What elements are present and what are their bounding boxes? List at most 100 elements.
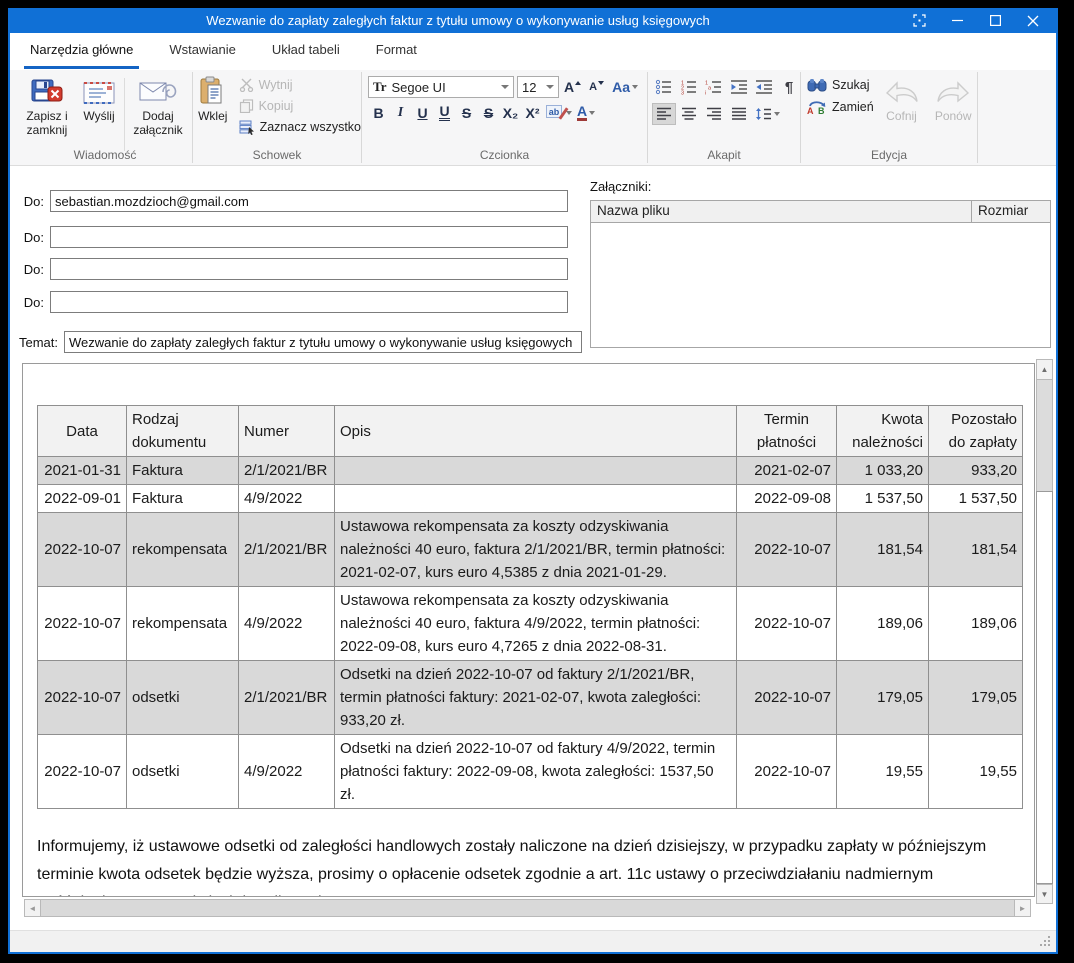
table-cell[interactable]: Faktura [127,485,239,513]
subject-input[interactable] [64,331,582,353]
scroll-up-button[interactable]: ▲ [1036,359,1053,380]
bold-button[interactable]: B [368,103,389,123]
pilcrow-button[interactable]: ¶ [777,76,801,98]
column-header[interactable]: Numer [239,406,335,457]
table-cell[interactable]: 2/1/2021/BR [239,457,335,485]
maximize-button[interactable] [976,8,1014,33]
increase-indent-button[interactable] [752,76,776,98]
attachments-list[interactable]: Nazwa pliku Rozmiar [590,200,1051,348]
double-underline-button[interactable]: U [434,103,455,123]
table-cell[interactable]: rekompensata [127,587,239,661]
table-cell[interactable]: 181,54 [929,513,1023,587]
underline-button[interactable]: U [412,103,433,123]
table-cell[interactable]: Ustawowa rekompensata za koszty odzyskiw… [335,513,737,587]
snap-layout-icon[interactable] [900,8,938,33]
table-cell[interactable]: Ustawowa rekompensata za koszty odzyskiw… [335,587,737,661]
table-cell[interactable]: 4/9/2022 [239,735,335,809]
scrollbar-track[interactable] [1036,380,1053,491]
align-left-button[interactable] [652,103,676,125]
scroll-left-button[interactable]: ◄ [24,899,41,917]
table-cell[interactable]: 2021-01-31 [38,457,127,485]
email-body-editor[interactable]: DataRodzaj dokumentuNumerOpisTermin płat… [22,363,1035,897]
superscript-button[interactable]: X² [522,103,543,123]
table-cell[interactable]: odsetki [127,661,239,735]
column-header[interactable]: Termin płatności [737,406,837,457]
table-cell[interactable]: rekompensata [127,513,239,587]
highlight-button[interactable]: ab [544,103,574,123]
shrink-font-button[interactable]: A [586,77,607,97]
resize-grip[interactable] [1039,936,1050,947]
tab-narzedzia-glowne[interactable]: Narzędzia główne [24,33,139,69]
column-header[interactable]: Kwota należności [837,406,929,457]
grow-font-button[interactable]: A [562,77,583,97]
scrollbar-thumb[interactable] [1036,491,1053,884]
bullet-list-button[interactable] [652,76,676,98]
table-cell[interactable]: Odsetki na dzień 2022-10-07 od faktury 2… [335,661,737,735]
table-cell[interactable]: Faktura [127,457,239,485]
table-cell[interactable]: 1 033,20 [837,457,929,485]
table-cell[interactable]: 189,06 [929,587,1023,661]
table-cell[interactable]: 2022-10-07 [38,587,127,661]
table-cell[interactable]: 2/1/2021/BR [239,513,335,587]
line-spacing-button[interactable] [752,103,782,125]
table-cell[interactable]: 2022-10-07 [737,513,837,587]
change-case-button[interactable]: Aa [610,77,640,97]
close-button[interactable] [1014,8,1052,33]
justify-button[interactable] [727,103,751,125]
column-header[interactable]: Pozostało do zapłaty [929,406,1023,457]
find-button[interactable]: Szukaj [807,78,874,92]
table-cell[interactable]: 2022-10-07 [38,513,127,587]
tab-format[interactable]: Format [370,33,423,69]
double-strikethrough-button[interactable]: S [478,103,499,123]
horizontal-scrollbar-track[interactable] [41,899,1014,917]
align-center-button[interactable] [677,103,701,125]
to-input-1[interactable] [50,190,568,212]
table-cell[interactable]: 1 537,50 [929,485,1023,513]
tab-uklad-tabeli[interactable]: Układ tabeli [266,33,346,69]
table-cell[interactable]: 2022-10-07 [38,735,127,809]
table-cell[interactable]: 19,55 [837,735,929,809]
table-cell[interactable]: 4/9/2022 [239,587,335,661]
to-input-2[interactable] [50,226,568,248]
decrease-indent-button[interactable] [727,76,751,98]
table-cell[interactable]: odsetki [127,735,239,809]
table-cell[interactable]: 189,06 [837,587,929,661]
strikethrough-button[interactable]: S [456,103,477,123]
table-cell[interactable]: 1 537,50 [837,485,929,513]
table-cell[interactable]: 2022-10-07 [38,661,127,735]
scroll-right-button[interactable]: ► [1014,899,1031,917]
subscript-button[interactable]: X₂ [500,103,521,123]
table-cell[interactable]: 933,20 [929,457,1023,485]
font-name-combo[interactable]: Tr Segoe UI [368,76,514,98]
table-cell[interactable]: 2022-10-07 [737,735,837,809]
table-cell[interactable]: 2022-09-08 [737,485,837,513]
table-cell[interactable]: 2022-10-07 [737,661,837,735]
minimize-button[interactable] [938,8,976,33]
table-cell[interactable]: 19,55 [929,735,1023,809]
font-size-combo[interactable]: 12 [517,76,559,98]
to-input-3[interactable] [50,258,568,280]
align-right-button[interactable] [702,103,726,125]
multilevel-list-button[interactable]: 1ai [702,76,726,98]
table-cell[interactable]: 179,05 [929,661,1023,735]
to-input-4[interactable] [50,291,568,313]
table-cell[interactable]: 181,54 [837,513,929,587]
table-cell[interactable]: 2022-10-07 [737,587,837,661]
select-all-button[interactable]: Zaznacz wszystko [239,118,361,136]
table-cell[interactable]: 2/1/2021/BR [239,661,335,735]
tab-wstawianie[interactable]: Wstawianie [163,33,241,69]
closing-paragraph[interactable]: Informujemy, iż ustawowe odsetki od zale… [37,833,1027,897]
table-cell[interactable]: 179,05 [837,661,929,735]
table-cell[interactable]: Odsetki na dzień 2022-10-07 od faktury 4… [335,735,737,809]
replace-button[interactable]: AB Zamień [807,99,874,115]
table-cell[interactable]: 4/9/2022 [239,485,335,513]
numbered-list-button[interactable]: 123 [677,76,701,98]
column-header[interactable]: Rodzaj dokumentu [127,406,239,457]
table-cell[interactable]: 2021-02-07 [737,457,837,485]
cut-button[interactable]: Wytnij [239,76,361,94]
table-cell[interactable] [335,457,737,485]
font-color-button[interactable]: A [575,103,597,123]
italic-button[interactable]: I [390,103,411,123]
copy-button[interactable]: Kopiuj [239,97,361,115]
column-header[interactable]: Opis [335,406,737,457]
